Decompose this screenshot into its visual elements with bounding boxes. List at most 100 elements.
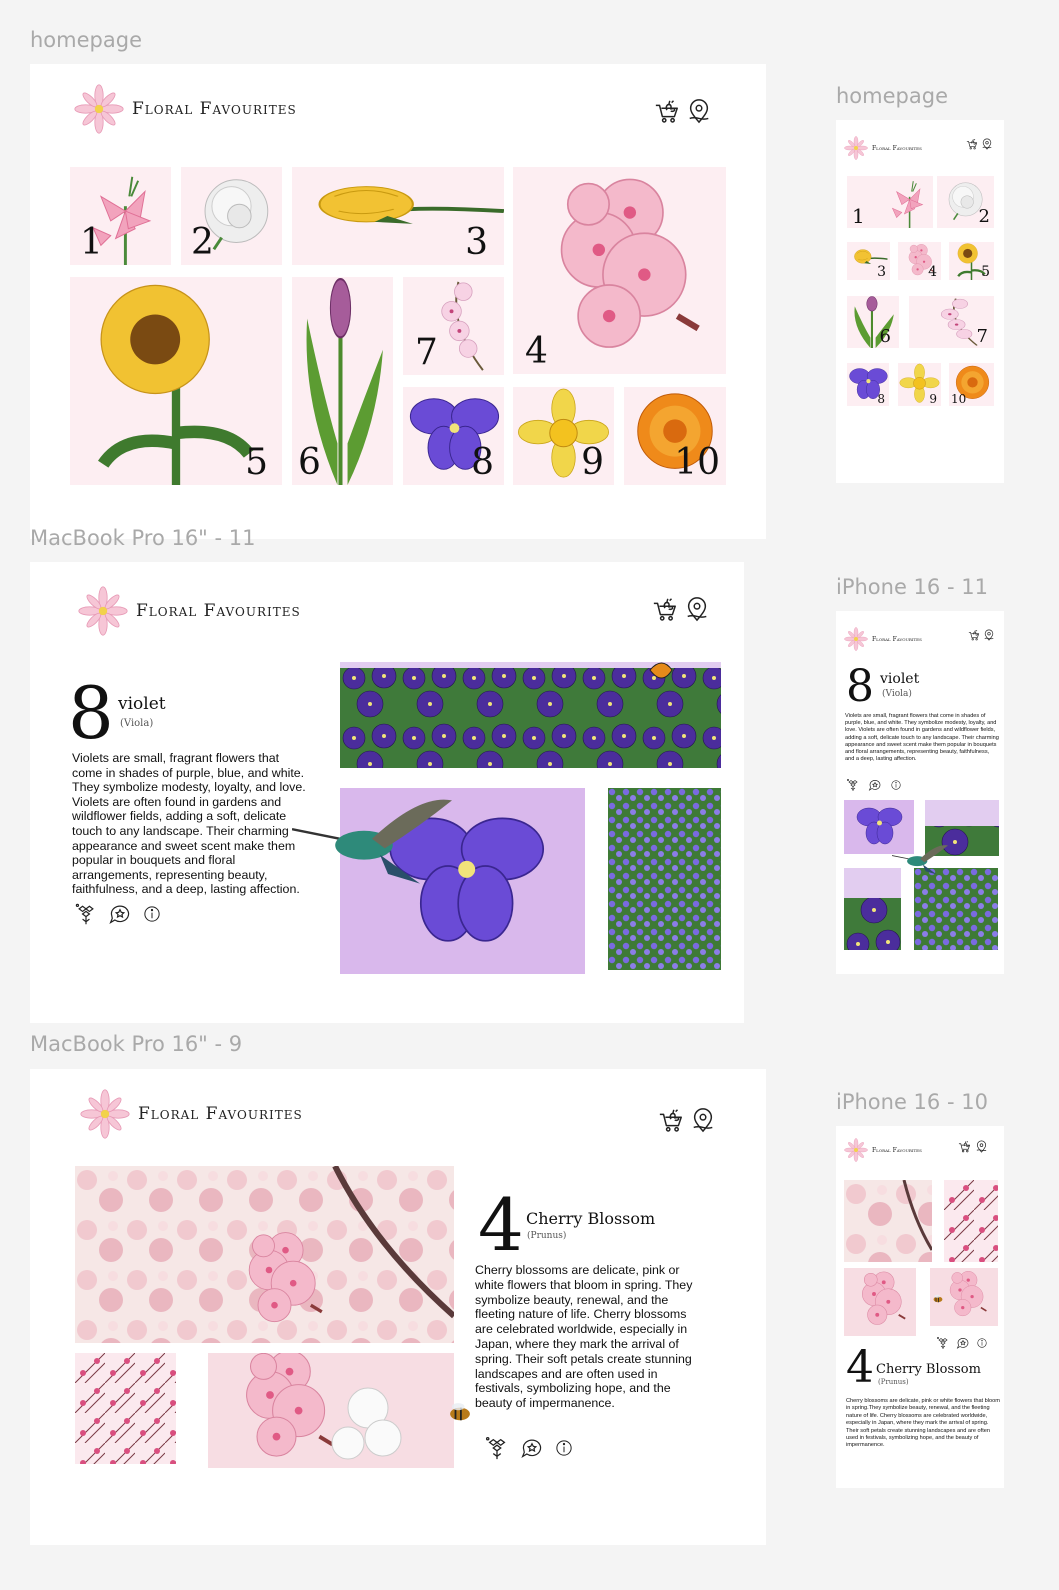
location-pin-icon[interactable] bbox=[686, 98, 712, 124]
grid-tile-marigold[interactable]: 10 bbox=[949, 363, 994, 406]
hummingbird-illustration bbox=[892, 844, 948, 875]
location-pin-icon[interactable] bbox=[981, 138, 993, 150]
grid-tile-cherry[interactable]: 4 bbox=[513, 167, 726, 374]
grid-tile-tulip[interactable]: 6 bbox=[847, 296, 899, 348]
grid-tile-lily[interactable]: 1 bbox=[70, 167, 171, 265]
grid-tile-sunflower[interactable]: 5 bbox=[70, 277, 282, 485]
cart-flower-icon[interactable] bbox=[968, 629, 980, 641]
location-pin-icon[interactable] bbox=[690, 1107, 716, 1133]
grid-tile-rose[interactable]: 3 bbox=[292, 167, 504, 265]
cherry-tree-photo bbox=[844, 1180, 932, 1262]
bouquet-icon[interactable] bbox=[846, 778, 860, 792]
grid-tile-violet[interactable]: 8 bbox=[847, 363, 889, 406]
cart-flower-icon[interactable] bbox=[654, 98, 680, 124]
chat-flower-icon[interactable] bbox=[108, 902, 132, 926]
header-icons bbox=[654, 98, 712, 124]
tile-number: 6 bbox=[298, 442, 321, 483]
bee-illustration bbox=[449, 1402, 471, 1422]
tile-number: 7 bbox=[415, 332, 438, 373]
tile-number: 3 bbox=[877, 264, 886, 280]
flower-latin-name: (Prunus) bbox=[527, 1231, 567, 1241]
brand-logo[interactable]: Floral Favourites bbox=[80, 1089, 303, 1139]
cherry-branch-photo bbox=[75, 1353, 176, 1464]
flower-latin-name: (Prunus) bbox=[878, 1378, 909, 1386]
flower-description: Cherry blossoms are delicate, pink or wh… bbox=[846, 1398, 1000, 1449]
bouquet-icon[interactable] bbox=[936, 1336, 950, 1350]
grid-tile-daffodil[interactable]: 9 bbox=[898, 363, 941, 406]
location-pin-icon[interactable] bbox=[975, 1140, 988, 1153]
tile-number: 3 bbox=[465, 222, 488, 263]
tile-number: 2 bbox=[978, 206, 990, 227]
flower-logo-icon bbox=[78, 586, 128, 636]
brand-logo[interactable]: Floral Favourites bbox=[74, 84, 297, 134]
tile-number: 2 bbox=[191, 222, 214, 263]
violet-groundcover-photo bbox=[608, 788, 721, 970]
grid-tile-tulip[interactable]: 6 bbox=[292, 277, 393, 485]
tile-number: 9 bbox=[929, 392, 937, 406]
bouquet-icon[interactable] bbox=[74, 902, 98, 926]
grid-tile-sunflower[interactable]: 5 bbox=[949, 242, 994, 280]
cart-flower-icon[interactable] bbox=[966, 138, 978, 150]
grid-tile-peony[interactable]: 2 bbox=[181, 167, 282, 265]
flower-name: Cherry Blossom bbox=[526, 1209, 656, 1228]
bouquet-icon[interactable] bbox=[484, 1435, 510, 1461]
brand-logo[interactable]: Floral Favourites bbox=[844, 136, 922, 160]
grid-tile-peony[interactable]: 2 bbox=[937, 176, 994, 228]
brand-logo[interactable]: Floral Favourites bbox=[78, 586, 301, 636]
flower-logo-icon bbox=[74, 84, 124, 134]
brand-logo[interactable]: Floral Favourites bbox=[844, 627, 922, 651]
grid-tile-daffodil[interactable]: 9 bbox=[513, 387, 614, 485]
action-icons bbox=[484, 1435, 574, 1461]
homepage-mobile-frame: Floral Favourites 1 2 3 4 5 6 7 8 9 10 bbox=[836, 120, 1004, 483]
grid-tile-orchid[interactable]: 7 bbox=[403, 277, 504, 375]
bee-illustration bbox=[933, 1294, 943, 1303]
info-icon[interactable] bbox=[890, 779, 902, 791]
macbook-cherry-frame: Floral Favourites 4 Cherry Blossom (Prun… bbox=[30, 1069, 766, 1545]
tile-number: 1 bbox=[852, 204, 865, 228]
cart-flower-icon[interactable] bbox=[958, 1140, 971, 1153]
flower-number: 4 bbox=[478, 1183, 524, 1267]
cart-flower-icon[interactable] bbox=[658, 1107, 684, 1133]
iphone-cherry-frame: Floral Favourites 4 Cherry Blossom (Prun… bbox=[836, 1126, 1004, 1488]
info-icon[interactable] bbox=[976, 1337, 988, 1349]
flower-description: Cherry blossoms are delicate, pink or wh… bbox=[475, 1263, 693, 1411]
brand-logo[interactable]: Floral Favourites bbox=[844, 1138, 922, 1162]
chat-flower-icon[interactable] bbox=[868, 778, 882, 792]
info-icon[interactable] bbox=[554, 1438, 574, 1458]
location-pin-icon[interactable] bbox=[983, 629, 995, 641]
info-icon[interactable] bbox=[142, 904, 162, 924]
grid-tile-cherry[interactable]: 4 bbox=[898, 242, 941, 280]
cherry-cluster-photo bbox=[844, 1268, 916, 1336]
tile-number: 7 bbox=[976, 326, 988, 347]
flower-logo-icon bbox=[844, 1138, 868, 1162]
tile-number: 4 bbox=[928, 264, 937, 280]
tile-number: 4 bbox=[525, 331, 548, 372]
flower-logo-icon bbox=[80, 1089, 130, 1139]
violet-bed-photo bbox=[844, 868, 901, 950]
grid-tile-orchid[interactable]: 7 bbox=[909, 296, 994, 348]
location-pin-icon[interactable] bbox=[684, 596, 710, 622]
flower-latin-name: (Viola) bbox=[882, 689, 912, 699]
grid-tile-lily[interactable]: 1 bbox=[847, 176, 933, 228]
brand-name: Floral Favourites bbox=[872, 635, 922, 643]
chat-flower-icon[interactable] bbox=[956, 1336, 970, 1350]
tile-number: 10 bbox=[674, 442, 720, 483]
flower-name: violet bbox=[880, 671, 920, 687]
violet-groundcover-photo bbox=[914, 868, 998, 950]
tile-number: 6 bbox=[879, 326, 891, 347]
flower-name: Cherry Blossom bbox=[876, 1362, 981, 1377]
tile-number: 9 bbox=[581, 442, 604, 483]
homepage-desktop-frame: Floral Favourites 1 2 3 4 5 6 7 8 9 10 bbox=[30, 64, 766, 539]
tile-number: 5 bbox=[245, 442, 268, 483]
frame-label-macbook-11: MacBook Pro 16" - 11 bbox=[30, 526, 256, 550]
tile-number: 8 bbox=[471, 442, 494, 483]
brand-name: Floral Favourites bbox=[136, 601, 301, 621]
grid-tile-marigold[interactable]: 10 bbox=[624, 387, 726, 485]
brand-name: Floral Favourites bbox=[132, 99, 297, 119]
cart-flower-icon[interactable] bbox=[652, 596, 678, 622]
chat-flower-icon[interactable] bbox=[520, 1436, 544, 1460]
grid-tile-rose[interactable]: 3 bbox=[847, 242, 890, 280]
brand-name: Floral Favourites bbox=[872, 144, 922, 152]
cherry-cluster-photo bbox=[208, 1353, 454, 1468]
grid-tile-violet[interactable]: 8 bbox=[403, 387, 504, 485]
